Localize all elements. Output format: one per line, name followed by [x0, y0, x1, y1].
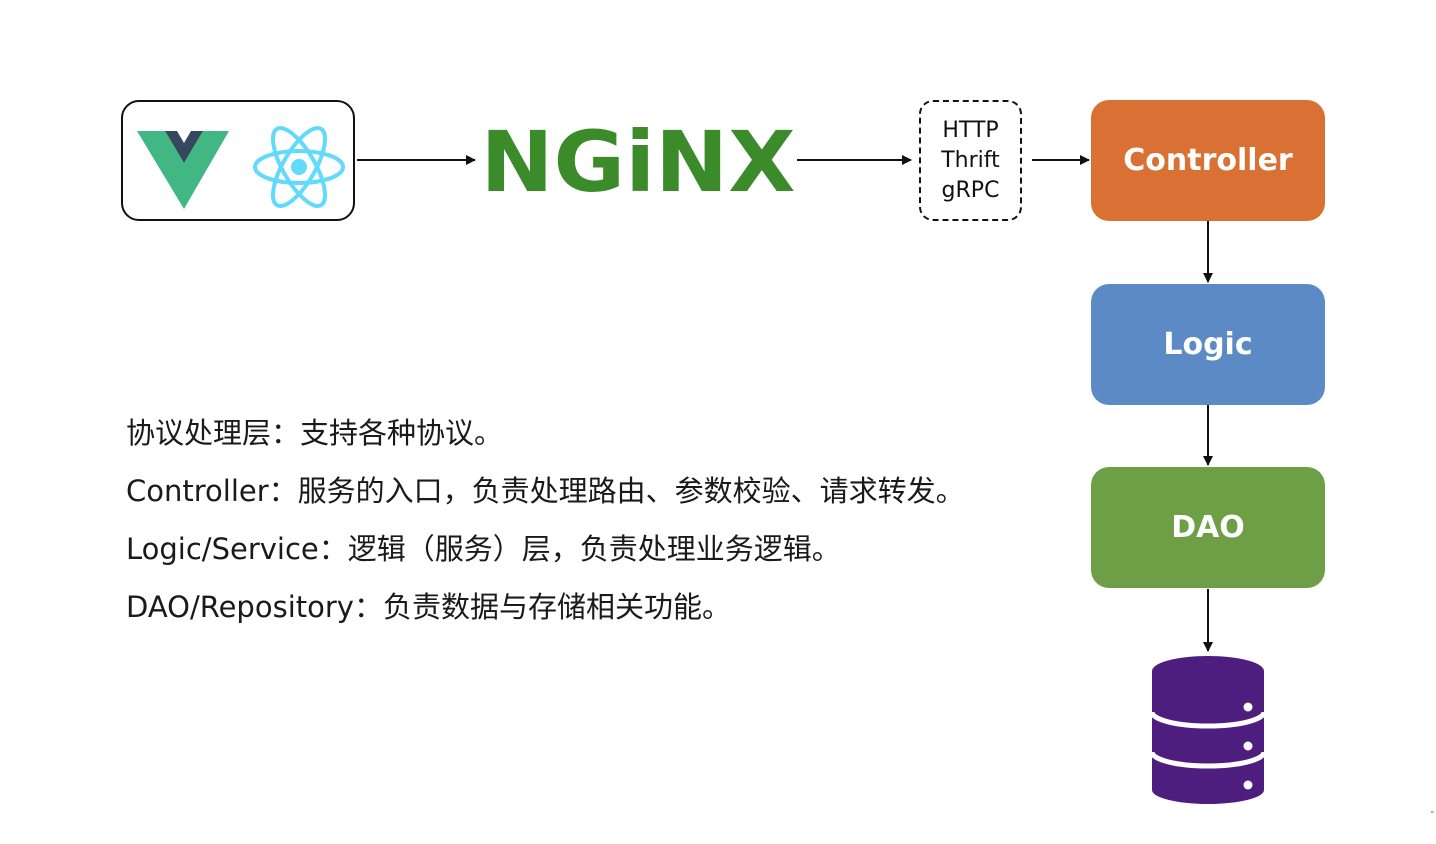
dao-layer-box: DAO: [1091, 467, 1325, 588]
description-protocol-layer: 协议处理层：支持各种协议。: [126, 416, 504, 450]
dao-layer-label: DAO: [1171, 510, 1245, 545]
protocol-box: HTTP Thrift gRPC: [919, 100, 1022, 221]
controller-layer-box: Controller: [1091, 100, 1325, 221]
description-dao-repository: DAO/Repository：负责数据与存储相关功能。: [126, 590, 731, 624]
nginx-logo: NGiNX: [481, 113, 796, 211]
corner-mark: -: [1430, 807, 1434, 818]
protocol-label: gRPC: [941, 177, 1000, 203]
description-controller: Controller：服务的入口，负责处理路由、参数校验、请求转发。: [126, 474, 965, 508]
logic-layer-box: Logic: [1091, 284, 1325, 405]
controller-layer-label: Controller: [1123, 143, 1293, 178]
protocol-label: Thrift: [941, 147, 1000, 173]
frontend-box: [121, 100, 355, 221]
description-logic-service: Logic/Service：逻辑（服务）层，负责处理业务逻辑。: [126, 532, 841, 566]
protocol-label: HTTP: [942, 117, 999, 143]
database-icon: [1149, 656, 1267, 804]
logic-layer-label: Logic: [1163, 327, 1253, 362]
description-list: 协议处理层：支持各种协议。 Controller：服务的入口，负责处理路由、参数…: [126, 408, 1056, 640]
